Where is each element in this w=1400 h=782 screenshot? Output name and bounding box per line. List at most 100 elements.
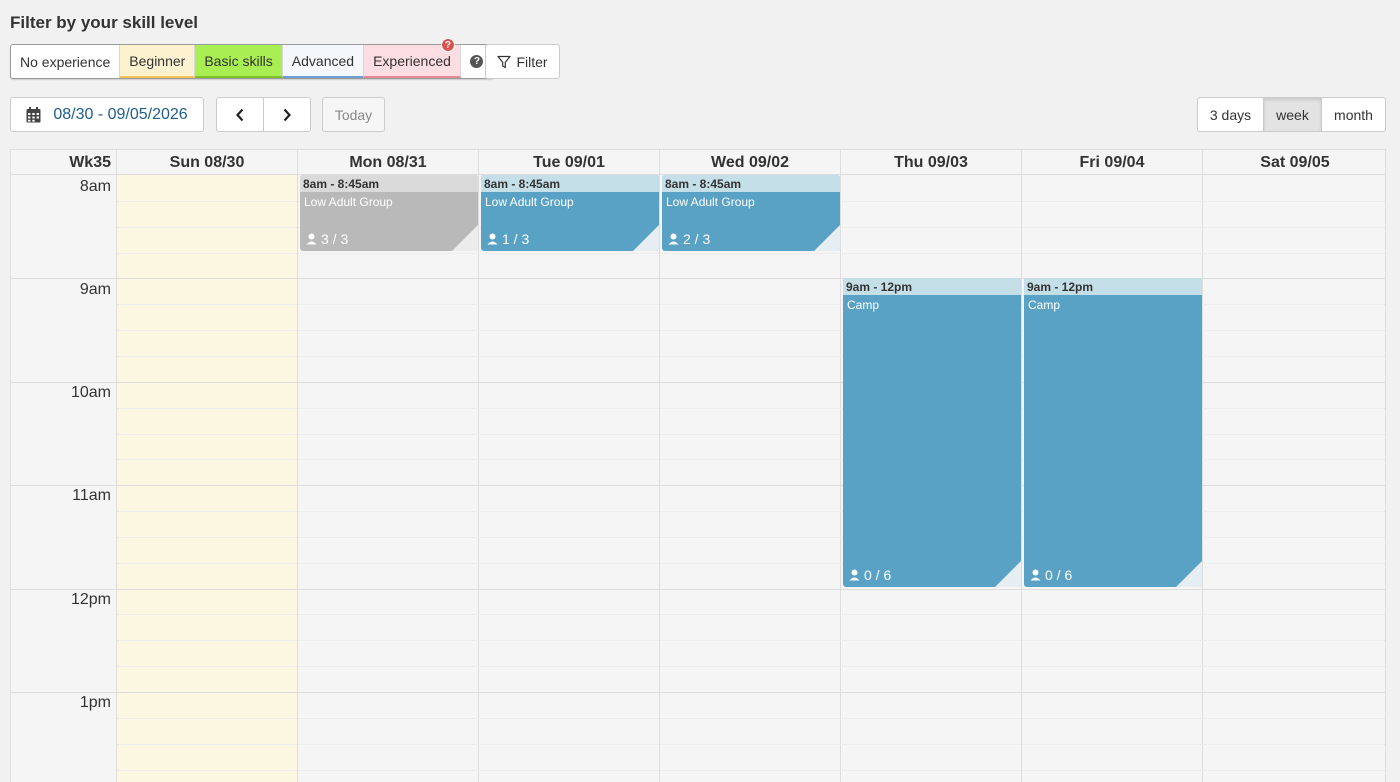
view-3-days[interactable]: 3 days	[1198, 98, 1264, 131]
day-column-sat[interactable]	[1203, 175, 1385, 782]
event-title: Low Adult Group	[485, 195, 574, 209]
slot-line	[117, 614, 1385, 616]
skill-label: Basic skills	[204, 52, 273, 69]
time-label: 8am	[79, 178, 111, 195]
event-time: 8am - 8:45am	[662, 175, 840, 192]
filter-button-label: Filter	[516, 53, 548, 70]
event-title: Camp	[1028, 298, 1061, 312]
day-column-wed[interactable]	[660, 175, 841, 782]
slot-line	[117, 666, 1385, 668]
view-week[interactable]: week	[1264, 98, 1322, 131]
skill-label: No experience	[20, 53, 111, 70]
event-fri-camp[interactable]: 9am - 12pm Camp 0 / 6	[1024, 278, 1202, 587]
view-switcher: 3 days week month	[1197, 97, 1386, 132]
skill-beginner[interactable]: Beginner	[120, 45, 196, 78]
view-label: 3 days	[1209, 106, 1252, 123]
event-capacity: 0 / 6	[849, 567, 891, 583]
capacity-text: 2 / 3	[683, 231, 711, 247]
day-header[interactable]: Fri 09/04	[1022, 150, 1203, 175]
hour-line	[11, 692, 1385, 693]
event-capacity: 1 / 3	[487, 231, 529, 247]
person-icon	[487, 233, 498, 245]
prev-week-button[interactable]	[217, 98, 264, 131]
event-corner	[633, 225, 659, 251]
calendar-icon	[26, 106, 41, 122]
event-time: 9am - 12pm	[1024, 278, 1202, 295]
alert-icon: ?	[440, 38, 455, 52]
slot-line	[117, 717, 1385, 719]
event-corner	[814, 225, 840, 251]
today-button[interactable]: Today	[322, 97, 385, 132]
skill-level-filter: No experience Beginner Basic skills Adva…	[10, 38, 494, 79]
capacity-text: 1 / 3	[502, 231, 530, 247]
skill-advanced[interactable]: Advanced	[282, 45, 365, 78]
calendar-body: 8am 9am 10am 11am 12pm 1pm 8am - 8:45am …	[11, 175, 1385, 782]
person-icon	[668, 233, 679, 245]
today-label: Today	[334, 106, 373, 123]
time-label: 1pm	[79, 694, 111, 711]
event-tue-low-adult-group[interactable]: 8am - 8:45am Low Adult Group 1 / 3	[481, 175, 659, 251]
view-month[interactable]: month	[1322, 98, 1385, 131]
day-column-tue[interactable]	[479, 175, 660, 782]
event-time: 9am - 12pm	[843, 278, 1021, 295]
capacity-text: 0 / 6	[1045, 567, 1073, 583]
day-header[interactable]: Wed 09/02	[660, 150, 841, 175]
event-corner	[452, 225, 478, 251]
event-time: 8am - 8:45am	[481, 175, 659, 192]
day-column-mon[interactable]	[298, 175, 479, 782]
event-capacity: 0 / 6	[1030, 567, 1072, 583]
person-icon	[306, 233, 317, 245]
day-header[interactable]: Sun 08/30	[117, 150, 298, 175]
slot-line	[117, 743, 1385, 745]
slot-line	[117, 769, 1385, 771]
view-label: month	[1334, 106, 1373, 123]
slot-line	[117, 252, 1385, 254]
calendar-header: Wk35 Sun 08/30 Mon 08/31 Tue 09/01 Wed 0…	[11, 150, 1385, 175]
skill-experienced[interactable]: Experienced ?	[364, 38, 461, 78]
skill-label: Experienced	[373, 52, 451, 69]
day-header[interactable]: Sat 09/05	[1203, 150, 1385, 175]
capacity-text: 0 / 6	[864, 567, 892, 583]
person-icon	[849, 569, 860, 581]
time-label: 12pm	[70, 591, 111, 608]
event-time: 8am - 8:45am	[300, 175, 478, 192]
day-column-sun[interactable]	[117, 175, 298, 782]
week-calendar: Wk35 Sun 08/30 Mon 08/31 Tue 09/01 Wed 0…	[10, 149, 1386, 782]
slot-line	[117, 640, 1385, 642]
filter-button[interactable]: Filter	[485, 44, 560, 79]
skill-no-experience[interactable]: No experience	[11, 45, 121, 78]
event-wed-low-adult-group[interactable]: 8am - 8:45am Low Adult Group 2 / 3	[662, 175, 840, 251]
event-capacity: 3 / 3	[306, 231, 348, 247]
day-header[interactable]: Thu 09/03	[841, 150, 1022, 175]
event-capacity: 2 / 3	[668, 231, 710, 247]
event-mon-low-adult-group[interactable]: 8am - 8:45am Low Adult Group 3 / 3	[300, 175, 478, 251]
question-icon: ?	[470, 55, 484, 68]
date-range-text: 08/30 - 09/05/2026	[53, 105, 188, 123]
date-range-picker[interactable]: 08/30 - 09/05/2026	[10, 97, 204, 132]
time-axis: 8am 9am 10am 11am 12pm 1pm	[11, 175, 117, 782]
skill-label: Advanced	[291, 52, 355, 69]
view-label: week	[1276, 106, 1309, 123]
next-week-button[interactable]	[264, 98, 310, 131]
time-label: 10am	[70, 384, 111, 401]
hour-line	[11, 588, 1385, 590]
day-header[interactable]: Tue 09/01	[479, 150, 660, 175]
person-icon	[1030, 569, 1041, 581]
filter-heading: Filter by your skill level	[10, 13, 199, 32]
week-navigation	[216, 97, 311, 132]
event-thu-camp[interactable]: 9am - 12pm Camp 0 / 6	[843, 278, 1021, 587]
funnel-icon	[497, 55, 512, 68]
event-title: Low Adult Group	[304, 195, 393, 209]
skill-label: Beginner	[129, 52, 186, 69]
day-header[interactable]: Mon 08/31	[298, 150, 479, 175]
skill-basic-skills[interactable]: Basic skills	[195, 45, 283, 78]
week-number: Wk35	[11, 150, 117, 175]
time-label: 11am	[72, 487, 111, 504]
event-title: Camp	[847, 298, 880, 312]
chevron-right-icon	[283, 108, 291, 121]
event-title: Low Adult Group	[666, 195, 755, 209]
chevron-left-icon	[236, 108, 244, 121]
capacity-text: 3 / 3	[321, 231, 349, 247]
time-label: 9am	[79, 281, 111, 298]
event-corner	[995, 561, 1021, 587]
